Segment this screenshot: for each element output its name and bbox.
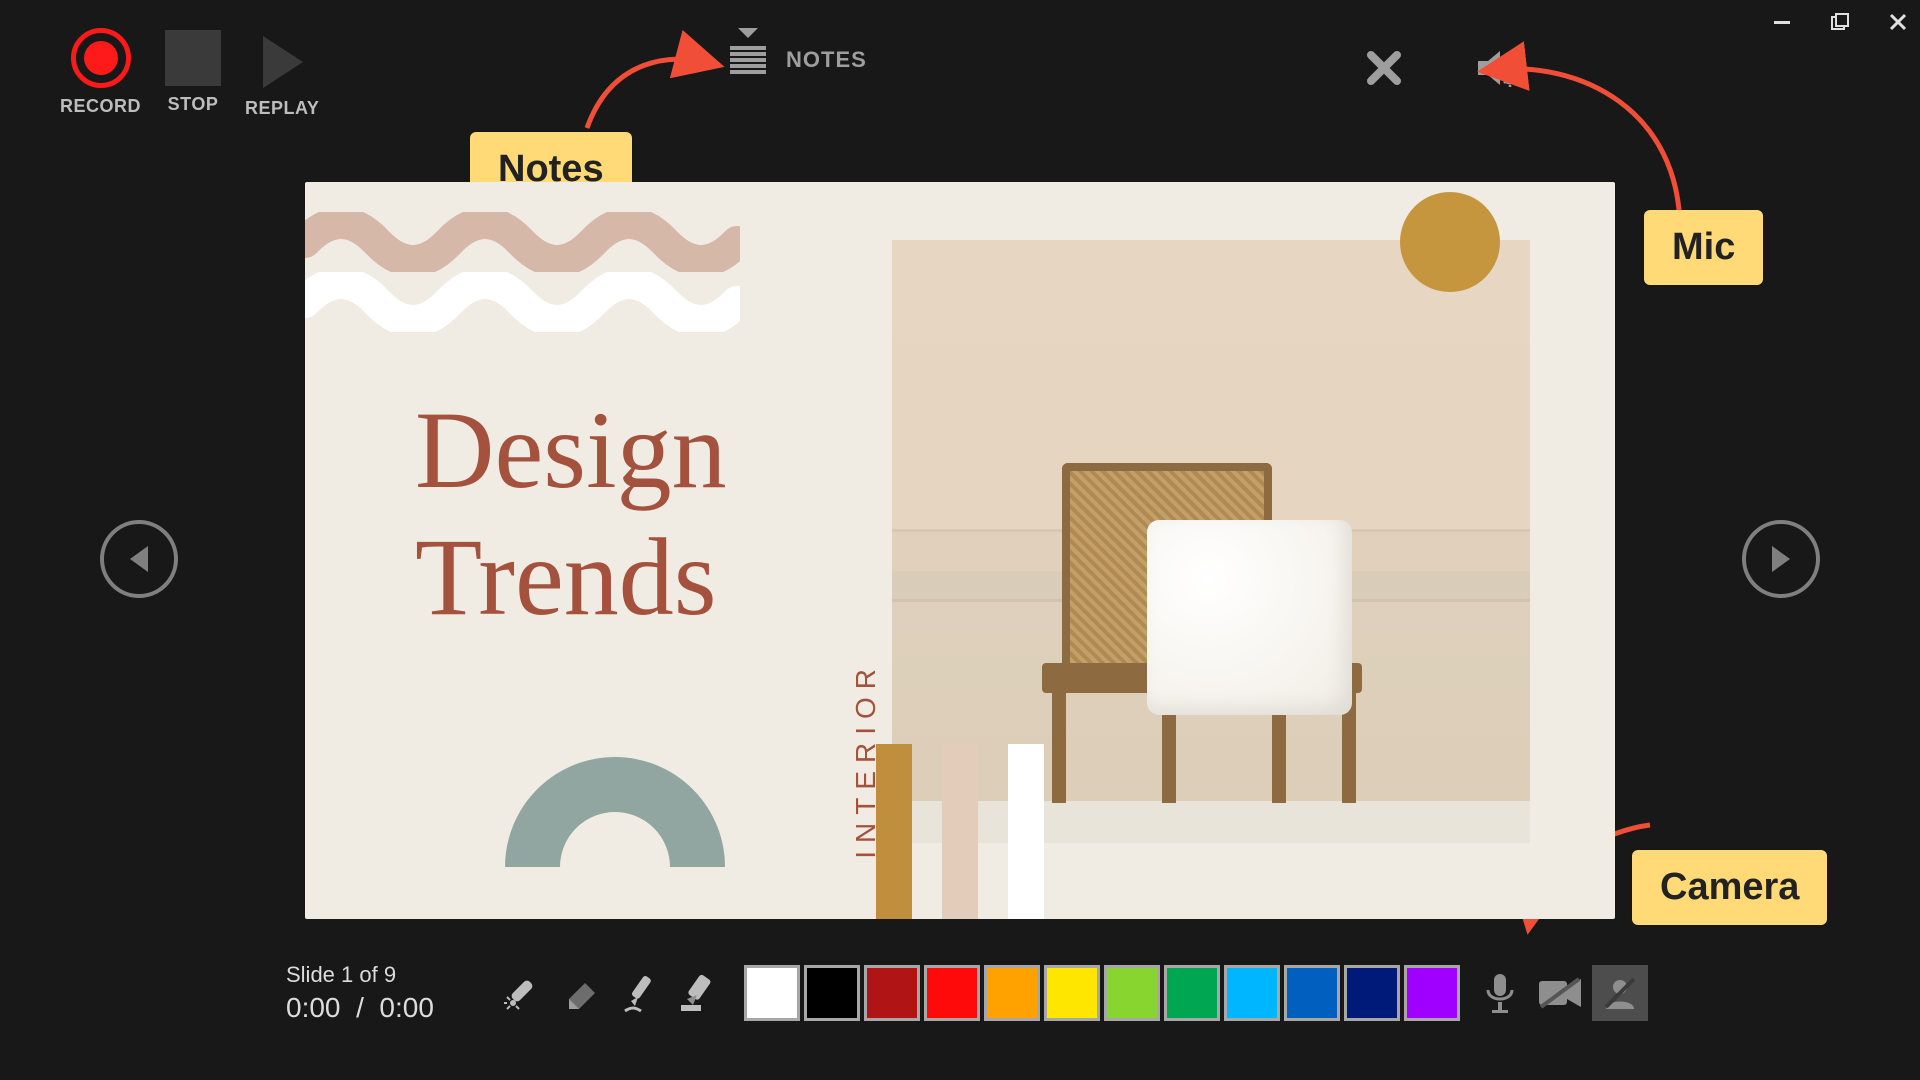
color-swatch-strip — [876, 744, 1044, 919]
palette-color-10[interactable] — [1344, 965, 1400, 1021]
record-label: RECORD — [60, 96, 141, 117]
camera-toggle[interactable] — [1532, 965, 1588, 1021]
palette-color-2[interactable] — [864, 965, 920, 1021]
pen-tool[interactable] — [612, 966, 666, 1020]
palette-color-8[interactable] — [1224, 965, 1280, 1021]
laser-pointer-tool[interactable] — [496, 966, 550, 1020]
palette-color-3[interactable] — [924, 965, 980, 1021]
highlighter-tool[interactable] — [670, 966, 724, 1020]
replay-button[interactable] — [257, 34, 307, 90]
close-button[interactable] — [1884, 8, 1912, 36]
pen-tools — [496, 966, 724, 1020]
record-button[interactable] — [71, 28, 131, 88]
next-slide-button[interactable] — [1742, 520, 1820, 598]
swatch-1 — [876, 744, 912, 919]
swatch-3 — [1008, 744, 1044, 919]
clear-ink-button[interactable] — [1362, 46, 1406, 90]
palette-color-1[interactable] — [804, 965, 860, 1021]
wave-decoration-2 — [305, 272, 740, 337]
bottom-bar: Slide 1 of 9 0:00 / 0:00 — [286, 958, 1634, 1028]
palette-color-7[interactable] — [1164, 965, 1220, 1021]
arch-decoration — [505, 757, 725, 867]
color-palette — [744, 965, 1460, 1021]
palette-color-9[interactable] — [1284, 965, 1340, 1021]
slide-counter: Slide 1 of 9 — [286, 962, 446, 988]
palette-color-5[interactable] — [1044, 965, 1100, 1021]
slide-canvas: Design Trends INTERIOR — [305, 182, 1615, 919]
arrow-to-notes — [582, 48, 722, 138]
microphone-toggle[interactable] — [1472, 965, 1528, 1021]
cameo-toggle[interactable] — [1592, 965, 1648, 1021]
wave-decoration-1 — [305, 212, 740, 277]
replay-label: REPLAY — [245, 98, 319, 119]
notes-icon — [730, 46, 766, 74]
slide-title-line1: Design — [415, 387, 727, 514]
palette-color-6[interactable] — [1104, 965, 1160, 1021]
palette-color-4[interactable] — [984, 965, 1040, 1021]
slide-timer: 0:00 / 0:00 — [286, 992, 446, 1024]
slide-title: Design Trends — [415, 387, 727, 640]
callout-camera: Camera — [1632, 850, 1827, 925]
eraser-tool[interactable] — [554, 966, 608, 1020]
stop-button[interactable] — [165, 30, 221, 86]
previous-slide-button[interactable] — [100, 520, 178, 598]
callout-mic: Mic — [1644, 210, 1763, 285]
gold-circle-decoration — [1400, 192, 1500, 292]
notes-label: NOTES — [786, 47, 867, 73]
notes-toggle[interactable]: NOTES — [730, 46, 867, 74]
palette-color-11[interactable] — [1404, 965, 1460, 1021]
slide-title-line2: Trends — [415, 514, 727, 641]
stop-label: STOP — [168, 94, 219, 115]
swatch-2 — [942, 744, 978, 919]
palette-color-0[interactable] — [744, 965, 800, 1021]
